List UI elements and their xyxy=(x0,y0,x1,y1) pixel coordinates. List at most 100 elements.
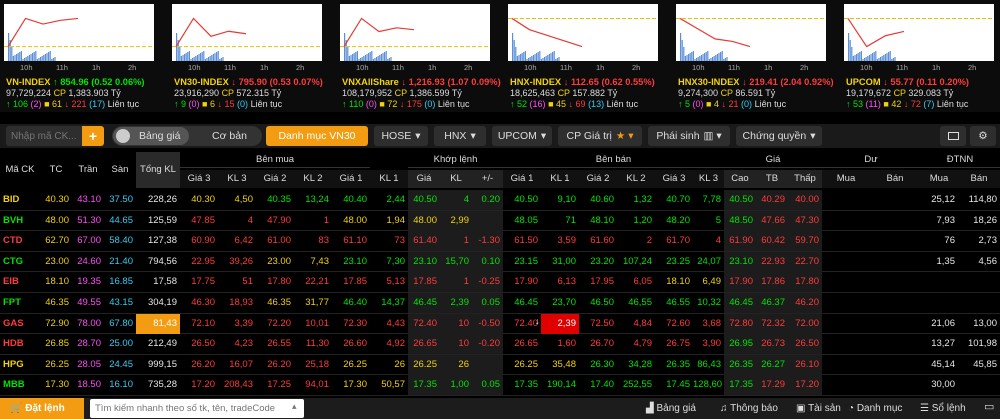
floor-count: (0) xyxy=(424,99,436,109)
chevron-up-icon[interactable]: ▴ xyxy=(292,401,297,412)
header-symbol[interactable]: Mã CK xyxy=(0,152,40,188)
cell-gi3: 61.70 xyxy=(666,235,690,247)
cell-gi2: 72.50 xyxy=(590,317,614,329)
index-card[interactable]: 10h 11h 1h 2h VN30-INDEX ↓ 795.90 (0.53 0.07… xyxy=(168,0,333,112)
tab-label: CP Giá trị xyxy=(566,130,612,142)
toggle-price-board[interactable]: Bảng giá xyxy=(113,127,189,145)
price-board-link[interactable]: ▟ Bảng giá xyxy=(646,398,696,419)
index-card[interactable]: 10h 11h 1h 2h VNXAllShare ↓ 1,216.93 (1.07 0… xyxy=(336,0,501,112)
settings-button[interactable]: ⚙ xyxy=(970,126,996,146)
cell-kl3: 5 xyxy=(715,214,721,226)
table-row[interactable]: CTD 62.70 67.00 58.40 127,38 60.90 6,42 61.00 83… xyxy=(0,231,1000,252)
symbol-cell[interactable]: GAS xyxy=(0,314,40,334)
index-card[interactable]: 10h 11h 1h 2h HNX30-INDEX ↓ 219.41 (2.04 0.9… xyxy=(672,0,837,112)
chat-icon[interactable]: ▭ xyxy=(984,400,994,413)
header-total[interactable]: Tổng KL xyxy=(136,152,180,188)
cell-kl2: 1,20 xyxy=(633,214,653,226)
cell-kl: 10 xyxy=(440,313,472,334)
orderbook-link[interactable]: ☰ Sổ lệnh xyxy=(920,398,966,419)
view-toggle[interactable]: Bảng giá Cơ bản xyxy=(112,126,262,146)
portfolio-link[interactable]: ◔ Danh mục xyxy=(848,398,902,419)
cell-cao: 17.35 xyxy=(724,375,756,396)
symbol-search-input[interactable] xyxy=(6,126,82,146)
index-card[interactable]: 10h 11h 1h 2h HNX-INDEX ↓ 112.65 (0.62 0.55%… xyxy=(504,0,669,112)
cell-kl3: 16,07 xyxy=(229,358,253,370)
header-ceil[interactable]: Trần xyxy=(72,152,104,188)
volume-bar xyxy=(184,54,186,61)
table-row[interactable]: FPT 46.35 49.55 43.15 304,19 46.30 18,93 46.35 3… xyxy=(0,293,1000,314)
cell-kl1: 190,14 xyxy=(546,379,576,391)
volume-bar xyxy=(24,58,26,61)
chevron-down-icon: ★ ▾ xyxy=(615,130,634,142)
tab-6[interactable]: Phái sinh ▥ ▾ xyxy=(648,126,730,146)
volume-bar xyxy=(547,55,549,61)
cell-bn: 18,26 xyxy=(973,214,997,226)
index-breadth-row: ↑ 106 (2) ■ 61 ↓ 221 (17) Liên tục xyxy=(6,99,139,109)
advancers: ↑ 5 xyxy=(678,99,691,109)
volume-bar xyxy=(852,56,854,61)
cell-gi3: 19.35 xyxy=(77,276,101,288)
cell-gi1: 26.25 xyxy=(514,358,538,370)
cell-: -0.50 xyxy=(472,313,503,334)
tab-5[interactable]: CP Giá trị ★ ▾ xyxy=(558,126,642,146)
add-symbol-button[interactable]: + xyxy=(82,126,104,146)
toggle-basic[interactable]: Cơ bản xyxy=(212,127,247,145)
symbol-cell[interactable]: HDB xyxy=(0,334,40,354)
cell-: 0.20 xyxy=(472,190,503,210)
decliners: ↓ 69 xyxy=(568,99,586,109)
table-row[interactable]: HPG 26.25 28.05 24.45 999,15 26.20 16,07 26.20 2… xyxy=(0,354,1000,376)
index-name-row: HNX30-INDEX ↓ 219.41 (2.04 0.92%) xyxy=(678,77,834,87)
tab-3[interactable]: HNX ▾ xyxy=(434,126,486,146)
symbol-cell[interactable]: MBB xyxy=(0,375,40,395)
index-card[interactable]: 10h 11h 1h 2h UPCOM ↓ 55.77 (0.11 0.20%) 19,1… xyxy=(840,0,1000,112)
cell-tb: 60.42 xyxy=(756,231,788,252)
symbol-cell[interactable]: CTG xyxy=(0,252,40,272)
symbol-cell[interactable]: BID xyxy=(0,190,40,210)
cell-kl3: 4,23 xyxy=(234,338,254,350)
volume-bar xyxy=(520,54,522,61)
decliners: ↓ 21 xyxy=(721,99,739,109)
time-tick-label: 11h xyxy=(224,63,236,72)
cell-gi3: 24.45 xyxy=(109,358,133,370)
symbol-cell[interactable]: BVH xyxy=(0,211,40,231)
index-breadth-row: ↑ 9 (0) ■ 6 ↓ 15 (0) Liên tục xyxy=(174,99,282,109)
table-row[interactable]: BID 40.30 43.10 37.50 228,26 40.30 4,50 40.35 13… xyxy=(0,190,1000,211)
notification-link[interactable]: ♫ Thông báo xyxy=(720,398,778,419)
table-row[interactable]: MBB 17.30 18.50 16.10 735,28 17.20 208,43 17.25… xyxy=(0,375,1000,396)
tab-1[interactable]: Danh mục VN30 xyxy=(266,126,368,146)
symbol-cell[interactable]: CTD xyxy=(0,231,40,251)
volume-bar xyxy=(526,59,528,61)
table-row[interactable]: CTG 23.00 24.60 21.40 794,56 22.95 39,26 23.00 7… xyxy=(0,251,1000,273)
cell-gi2: 40.35 xyxy=(267,194,291,205)
header-floor[interactable]: Sàn xyxy=(104,152,136,188)
screen-button[interactable] xyxy=(940,126,966,146)
table-row[interactable]: EIB 18.10 19.35 16.85 17,58 17.75 51 17.80 22,21… xyxy=(0,272,1000,293)
volume-bar xyxy=(371,51,373,61)
cell-gi3: 17.75 xyxy=(191,276,215,288)
chevron-down-icon: ▾ xyxy=(415,130,421,142)
header-ref[interactable]: TC xyxy=(40,152,72,188)
index-volume: 9,274,300 xyxy=(678,88,719,98)
tab-7[interactable]: Chứng quyền ▾ xyxy=(736,126,822,146)
place-order-button[interactable]: 🛒 Đặt lệnh xyxy=(0,398,84,419)
table-row[interactable]: HDB 26.85 28.70 25.00 212,49 26.50 4,23 26.55 11… xyxy=(0,334,1000,355)
volume-bar xyxy=(539,51,541,61)
tab-4[interactable]: UPCOM ▾ xyxy=(492,126,552,146)
symbol-cell[interactable]: FPT xyxy=(0,293,40,313)
place-order-label: Đặt lệnh xyxy=(25,403,65,414)
cell-kl: 10 xyxy=(440,334,472,355)
table-row[interactable]: BVH 48.00 51.30 44.65 125,59 47.85 4 47.90 1 48.0… xyxy=(0,210,1000,232)
tab-2[interactable]: HOSE ▾ xyxy=(374,126,428,146)
index-card[interactable]: 10h 11h 1h 2h VN-INDEX ↑ 854.96 (0.52 0.06%)… xyxy=(0,0,165,112)
index-mini-chart: 10h 11h 1h 2h xyxy=(844,4,994,72)
table-row[interactable]: GAS 72.90 78.00 67.80 81,43 72.10 3,39 72.20 10,… xyxy=(0,313,1000,335)
index-volume-row: 97,729,224 CP 1,383.903 Tỷ xyxy=(6,88,121,98)
cell-kl1: 35,48 xyxy=(552,358,576,370)
symbol-cell[interactable]: EIB xyxy=(0,272,40,292)
volume-bar xyxy=(545,56,547,61)
assets-link[interactable]: ▣ Tài sản xyxy=(796,398,841,419)
account-search-input[interactable] xyxy=(90,399,304,418)
symbol-cell[interactable]: HPG xyxy=(0,355,40,375)
cell-thp: 59.70 xyxy=(788,231,822,252)
volume-bar xyxy=(707,51,709,61)
